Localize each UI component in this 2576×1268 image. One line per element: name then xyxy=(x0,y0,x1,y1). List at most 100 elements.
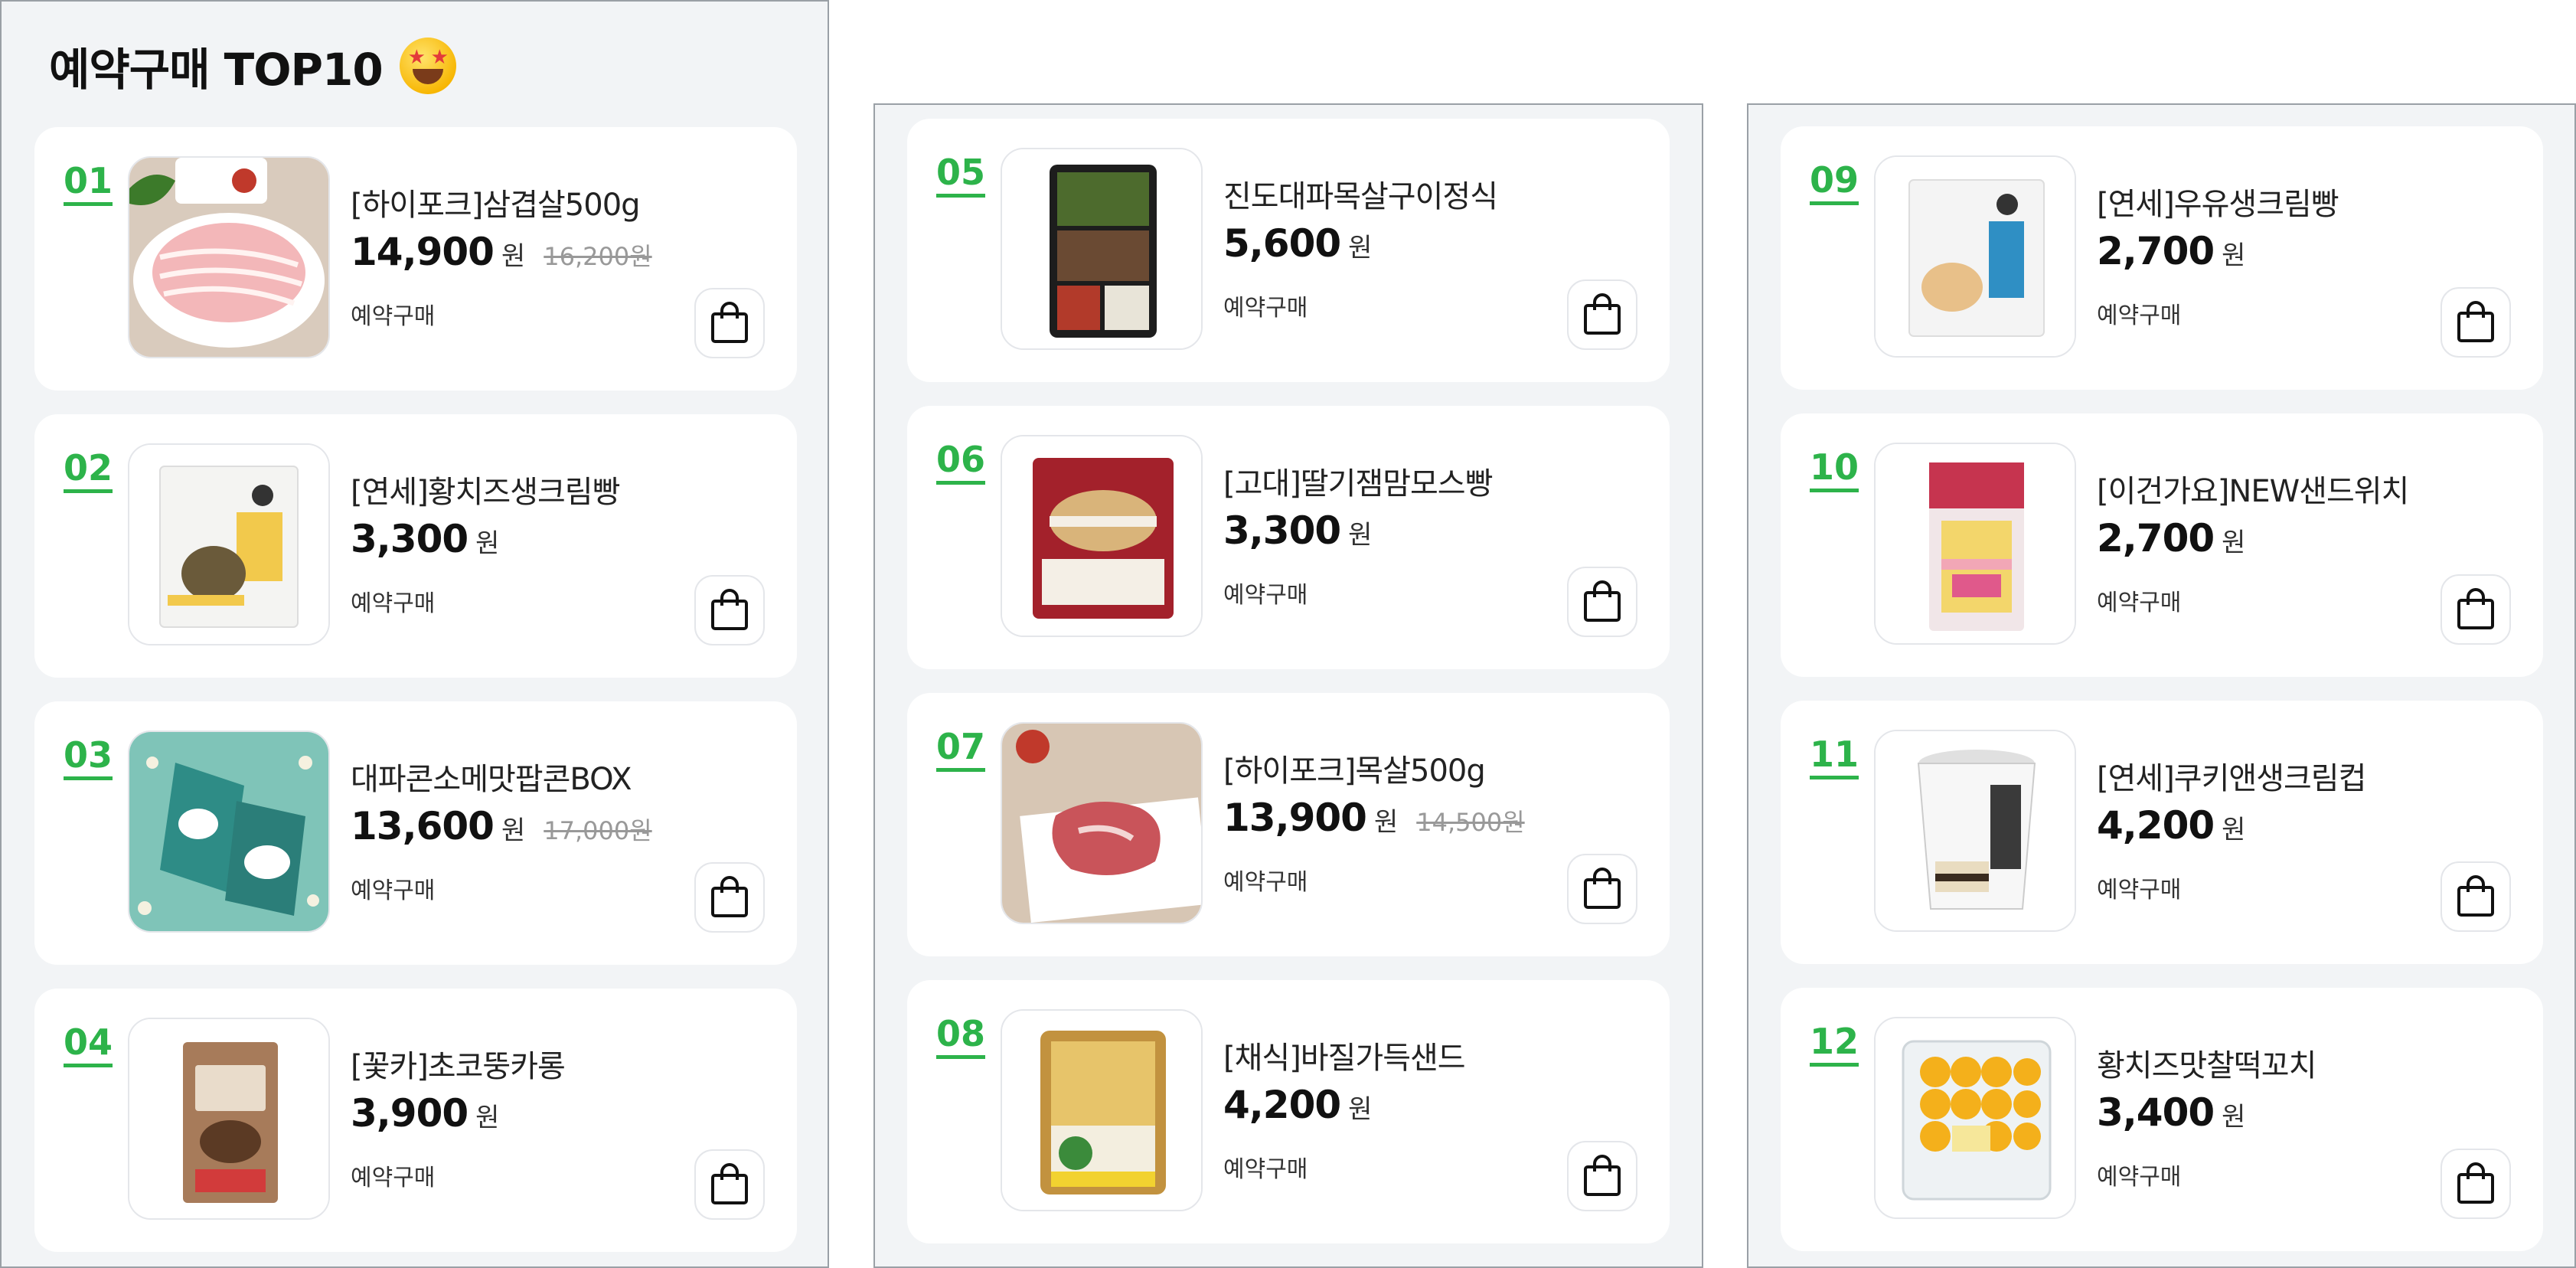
add-to-cart-button[interactable] xyxy=(2441,574,2511,645)
reservation-tag: 예약구매 xyxy=(2097,590,2182,616)
price-row: 13,900 원 14,500원 xyxy=(1223,796,1525,840)
sale-price: 2,700 xyxy=(2097,516,2215,560)
rank-number: 02 xyxy=(64,448,113,493)
add-to-cart-button[interactable] xyxy=(1567,1141,1637,1211)
sale-price: 13,900 xyxy=(1223,796,1367,840)
rank-number: 07 xyxy=(936,727,986,772)
add-to-cart-button[interactable] xyxy=(694,288,765,358)
rice-cake-skewer-image[interactable] xyxy=(1874,1017,2076,1219)
reservation-tag: 예약구매 xyxy=(1223,1156,1308,1183)
section-title: 예약구매 TOP10 ★ ★ xyxy=(49,29,456,103)
shopping-bag-icon xyxy=(2457,301,2494,342)
product-name: [채식]바질가득샌드 xyxy=(1223,1041,1466,1076)
currency-unit: 원 xyxy=(1348,233,1373,263)
reservation-tag: 예약구매 xyxy=(2097,1164,2182,1191)
rank-number: 01 xyxy=(64,161,113,206)
add-to-cart-button[interactable] xyxy=(1567,279,1637,350)
price-row: 3,300 원 xyxy=(1223,508,1492,553)
sale-price: 3,300 xyxy=(1223,508,1341,553)
sandwich-image[interactable] xyxy=(1874,443,2076,645)
reservation-tag: 예약구매 xyxy=(351,1165,436,1191)
pork-belly-image[interactable] xyxy=(128,156,330,358)
product-card[interactable]: 12 황치즈맛찰떡꼬치 3,400 원 예약구매 xyxy=(1781,988,2543,1251)
product-name: [연세]우유생크림빵 xyxy=(2097,187,2339,222)
reservation-tag: 예약구매 xyxy=(2097,302,2182,329)
currency-unit: 원 xyxy=(1373,807,1399,838)
sale-price: 4,200 xyxy=(2097,803,2215,848)
shopping-bag-icon xyxy=(711,1163,748,1204)
product-column-3: 09 [연세]우유생크림빵 2,700 원 예약구매 10 [이건가요]NEW샌… xyxy=(1747,103,2576,1268)
strawberry-mammoth-bread-image[interactable] xyxy=(1001,435,1203,637)
sale-price: 13,600 xyxy=(351,804,495,848)
reservation-tag: 예약구매 xyxy=(351,303,436,330)
choco-macaron-image[interactable] xyxy=(128,1018,330,1220)
sale-price: 4,200 xyxy=(1223,1083,1341,1127)
product-card[interactable]: 05 진도대파목살구이정식 5,600 원 예약구매 xyxy=(907,119,1670,382)
product-card[interactable]: 09 [연세]우유생크림빵 2,700 원 예약구매 xyxy=(1781,126,2543,390)
product-card[interactable]: 02 [연세]황치즈생크림빵 3,300 원 예약구매 xyxy=(34,414,797,678)
reservation-tag: 예약구매 xyxy=(351,590,436,617)
add-to-cart-button[interactable] xyxy=(694,862,765,933)
product-name: [꽃카]초코뚱카롱 xyxy=(351,1049,566,1084)
sale-price: 2,700 xyxy=(2097,229,2215,273)
shopping-bag-icon xyxy=(2457,875,2494,917)
section-title-text: 예약구매 TOP10 xyxy=(49,44,384,96)
price-row: 14,900 원 16,200원 xyxy=(351,230,652,274)
pork-neck-image[interactable] xyxy=(1001,722,1203,924)
currency-unit: 원 xyxy=(501,241,526,272)
reservation-tag: 예약구매 xyxy=(1223,582,1308,609)
product-card[interactable]: 11 [연세]쿠키앤생크림컵 4,200 원 예약구매 xyxy=(1781,701,2543,964)
currency-unit: 원 xyxy=(475,1103,500,1133)
original-price: 14,500원 xyxy=(1416,808,1525,837)
price-row: 4,200 원 xyxy=(2097,803,2365,848)
add-to-cart-button[interactable] xyxy=(2441,1149,2511,1219)
lunchbox-image[interactable] xyxy=(1001,148,1203,350)
sale-price: 5,600 xyxy=(1223,221,1341,266)
shopping-bag-icon xyxy=(711,302,748,343)
price-row: 2,700 원 xyxy=(2097,229,2339,273)
reservation-tag: 예약구매 xyxy=(1223,295,1308,322)
shopping-bag-icon xyxy=(1584,868,1621,909)
sale-price: 3,300 xyxy=(351,517,469,561)
product-column-1: 예약구매 TOP10 ★ ★ 01 [하이포크]삼겹살500g 14,900 원 … xyxy=(0,0,829,1268)
reservation-tag: 예약구매 xyxy=(2097,877,2182,904)
price-row: 3,400 원 xyxy=(2097,1090,2316,1135)
basil-sandwich-image[interactable] xyxy=(1001,1009,1203,1211)
add-to-cart-button[interactable] xyxy=(694,1149,765,1220)
product-card[interactable]: 01 [하이포크]삼겹살500g 14,900 원 16,200원 예약구매 xyxy=(34,127,797,391)
add-to-cart-button[interactable] xyxy=(2441,287,2511,358)
rank-number: 05 xyxy=(936,152,986,198)
popcorn-box-image[interactable] xyxy=(128,730,330,933)
currency-unit: 원 xyxy=(475,528,500,559)
rank-number: 09 xyxy=(1810,160,1859,205)
price-row: 3,300 원 xyxy=(351,517,619,561)
rank-number: 08 xyxy=(936,1014,986,1059)
milk-cream-bread-image[interactable] xyxy=(1874,155,2076,358)
price-row: 5,600 원 xyxy=(1223,221,1497,266)
cookie-cream-cup-image[interactable] xyxy=(1874,730,2076,932)
product-name: [하이포크]목살500g xyxy=(1223,753,1486,789)
product-card[interactable]: 08 [채식]바질가득샌드 4,200 원 예약구매 xyxy=(907,980,1670,1243)
product-card[interactable]: 10 [이건가요]NEW샌드위치 2,700 원 예약구매 xyxy=(1781,413,2543,677)
rank-number: 12 xyxy=(1810,1021,1859,1067)
add-to-cart-button[interactable] xyxy=(1567,854,1637,924)
product-card[interactable]: 04 [꽃카]초코뚱카롱 3,900 원 예약구매 xyxy=(34,989,797,1252)
add-to-cart-button[interactable] xyxy=(2441,861,2511,932)
original-price: 16,200원 xyxy=(544,242,652,271)
currency-unit: 원 xyxy=(1348,520,1373,551)
add-to-cart-button[interactable] xyxy=(1567,567,1637,637)
product-card[interactable]: 03 대파콘소메맛팝콘BOX 13,600 원 17,000원 예약구매 xyxy=(34,701,797,965)
cheese-cream-bread-image[interactable] xyxy=(128,443,330,645)
product-column-2: 05 진도대파목살구이정식 5,600 원 예약구매 06 [고대]딸기잼맘모스… xyxy=(873,103,1703,1268)
shopping-bag-icon xyxy=(1584,580,1621,622)
product-card[interactable]: 07 [하이포크]목살500g 13,900 원 14,500원 예약구매 xyxy=(907,693,1670,956)
add-to-cart-button[interactable] xyxy=(694,575,765,645)
product-card[interactable]: 06 [고대]딸기잼맘모스빵 3,300 원 예약구매 xyxy=(907,406,1670,669)
product-name: [연세]쿠키앤생크림컵 xyxy=(2097,761,2366,796)
reservation-tag: 예약구매 xyxy=(1223,869,1308,896)
product-name: 대파콘소메맛팝콘BOX xyxy=(351,762,632,797)
rank-number: 03 xyxy=(64,735,113,780)
product-name: [고대]딸기잼맘모스빵 xyxy=(1223,466,1493,502)
currency-unit: 원 xyxy=(501,815,526,846)
shopping-bag-icon xyxy=(711,876,748,917)
